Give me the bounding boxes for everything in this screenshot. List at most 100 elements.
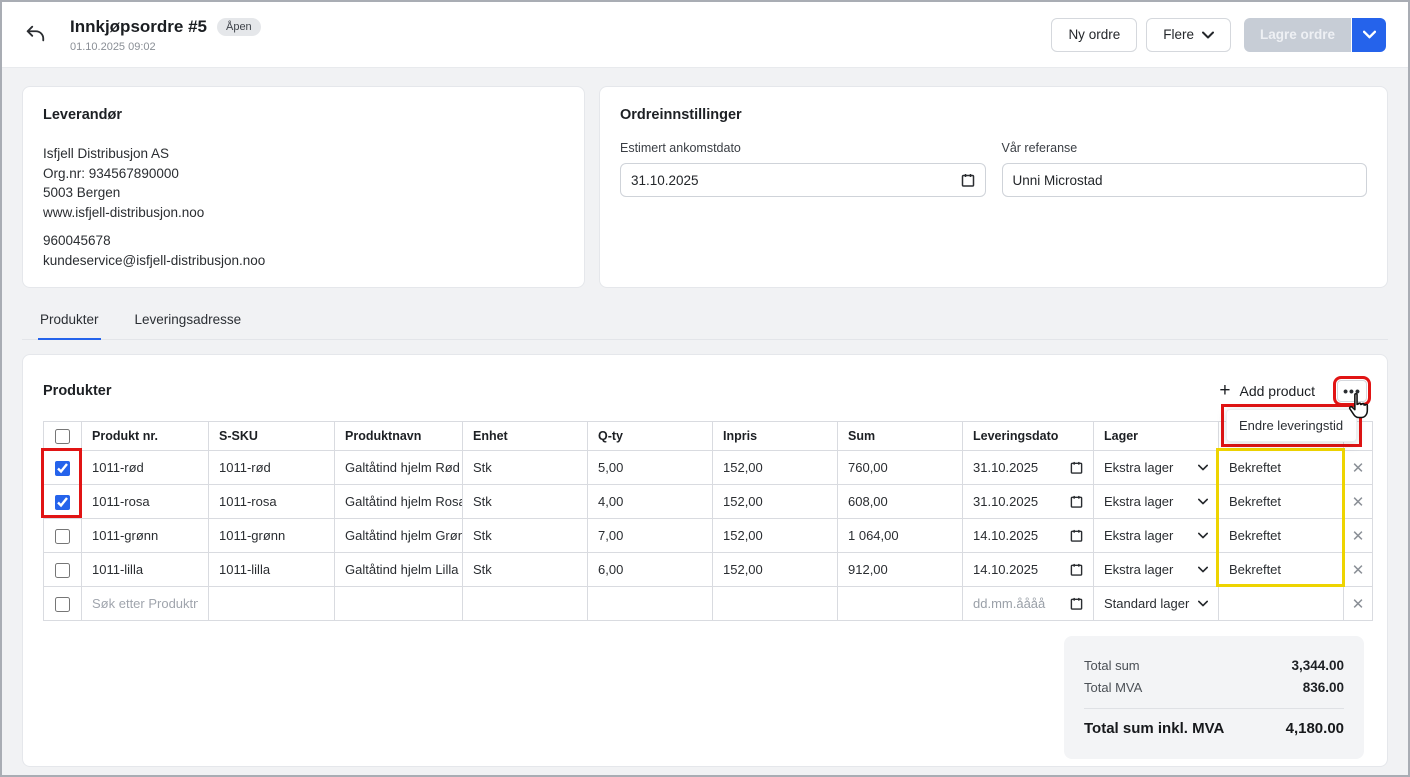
col-header-qty: Q-ty bbox=[588, 422, 713, 451]
supplier-name: Isfjell Distribusjon AS bbox=[43, 144, 564, 164]
row-checkbox[interactable] bbox=[55, 597, 70, 612]
calendar-icon[interactable] bbox=[1070, 495, 1083, 508]
totals-panel: Total sum 3,344.00 Total MVA 836.00 Tota… bbox=[1064, 636, 1364, 759]
lager-select[interactable]: Ekstra lager bbox=[1094, 451, 1219, 485]
row-checkbox[interactable] bbox=[55, 461, 70, 476]
remove-row-button[interactable]: ✕ bbox=[1344, 527, 1372, 545]
our-reference-input[interactable] bbox=[1002, 163, 1368, 197]
date-value: 31.10.2025 bbox=[973, 460, 1038, 475]
cell-status: Bekreftet bbox=[1219, 553, 1344, 587]
cell-qty[interactable]: 6,00 bbox=[588, 553, 713, 587]
back-arrow-icon bbox=[24, 23, 46, 45]
cell-sum: 760,00 bbox=[838, 451, 963, 485]
calendar-icon[interactable] bbox=[1070, 529, 1083, 542]
cell-status: Bekreftet bbox=[1219, 451, 1344, 485]
save-order-dropdown-button[interactable] bbox=[1352, 18, 1386, 52]
lager-select[interactable]: Ekstra lager bbox=[1094, 485, 1219, 519]
cell-inpris[interactable]: 152,00 bbox=[713, 485, 838, 519]
row-checkbox[interactable] bbox=[55, 563, 70, 578]
remove-row-button[interactable]: ✕ bbox=[1344, 493, 1372, 511]
cell-sum: 608,00 bbox=[838, 485, 963, 519]
cell-leveringsdato[interactable]: 14.10.2025 bbox=[963, 553, 1094, 587]
back-button[interactable] bbox=[24, 23, 46, 45]
plus-icon: + bbox=[1219, 384, 1230, 398]
supplier-email: kundeservice@isfjell-distribusjon.noo bbox=[43, 251, 564, 271]
total-incl-mva-label: Total sum inkl. MVA bbox=[1084, 720, 1224, 737]
cell-enhet: Stk bbox=[463, 485, 588, 519]
lager-value: Standard lager bbox=[1104, 596, 1189, 611]
calendar-icon[interactable] bbox=[1070, 563, 1083, 576]
remove-row-button[interactable]: ✕ bbox=[1344, 595, 1372, 613]
annotation-red-box-menu: Endre leveringstid bbox=[1221, 404, 1362, 447]
row-actions-menu: Endre leveringstid bbox=[1226, 409, 1357, 442]
lager-select[interactable]: Standard lager bbox=[1094, 587, 1219, 621]
estimated-arrival-date-input[interactable]: 31.10.2025 bbox=[620, 163, 986, 197]
remove-row-button[interactable]: ✕ bbox=[1344, 459, 1372, 477]
cell-produktnavn: Galtåtind hjelm Rød bbox=[335, 451, 463, 485]
col-header-leveringsdato: Leveringsdato bbox=[963, 422, 1094, 451]
cell-inpris[interactable]: 152,00 bbox=[713, 451, 838, 485]
tab-leveringsadresse[interactable]: Leveringsadresse bbox=[133, 303, 244, 340]
lager-select[interactable]: Ekstra lager bbox=[1094, 519, 1219, 553]
cell-s-sku: 1011-rosa bbox=[209, 485, 335, 519]
our-reference-label: Vår referanse bbox=[1002, 141, 1368, 155]
calendar-icon[interactable] bbox=[1070, 461, 1083, 474]
supplier-card-title: Leverandør bbox=[43, 107, 564, 123]
menu-item-endre-leveringstid[interactable]: Endre leveringstid bbox=[1227, 410, 1356, 441]
supplier-org-nr: Org.nr: 934567890000 bbox=[43, 164, 564, 184]
product-search-input[interactable] bbox=[92, 596, 198, 611]
page-header: Innkjøpsordre #5 Åpen 01.10.2025 09:02 N… bbox=[2, 2, 1408, 68]
cell-qty[interactable]: 4,00 bbox=[588, 485, 713, 519]
estimated-arrival-label: Estimert ankomstdato bbox=[620, 141, 986, 155]
calendar-icon[interactable] bbox=[961, 173, 975, 187]
app-window: Innkjøpsordre #5 Åpen 01.10.2025 09:02 N… bbox=[0, 0, 1410, 777]
row-checkbox[interactable] bbox=[55, 529, 70, 544]
remove-row-button[interactable]: ✕ bbox=[1344, 561, 1372, 579]
cell-enhet: Stk bbox=[463, 519, 588, 553]
supplier-city: 5003 Bergen bbox=[43, 183, 564, 203]
more-actions-label: Flere bbox=[1163, 27, 1194, 42]
tab-bar: Produkter Leveringsadresse bbox=[22, 303, 1388, 340]
table-row: 1011-rosa 1011-rosa Galtåtind hjelm Rosa… bbox=[44, 485, 1373, 519]
lager-select[interactable]: Ekstra lager bbox=[1094, 553, 1219, 587]
cell-enhet: Stk bbox=[463, 553, 588, 587]
new-order-button[interactable]: Ny ordre bbox=[1051, 18, 1137, 52]
cell-leveringsdato[interactable]: 31.10.2025 bbox=[963, 485, 1094, 519]
cell-sum: 1 064,00 bbox=[838, 519, 963, 553]
add-product-button[interactable]: + Add product bbox=[1219, 383, 1315, 399]
save-order-button[interactable]: Lagre ordre bbox=[1244, 18, 1351, 52]
total-mva-label: Total MVA bbox=[1084, 680, 1142, 695]
more-actions-button[interactable]: Flere bbox=[1146, 18, 1231, 52]
cell-s-sku: 1011-grønn bbox=[209, 519, 335, 553]
chevron-down-icon bbox=[1363, 30, 1376, 39]
chevron-down-icon bbox=[1198, 566, 1208, 573]
col-header-inpris: Inpris bbox=[713, 422, 838, 451]
select-all-checkbox[interactable] bbox=[55, 429, 70, 444]
cell-inpris[interactable]: 152,00 bbox=[713, 519, 838, 553]
lager-value: Ekstra lager bbox=[1104, 562, 1173, 577]
cell-leveringsdato[interactable]: 14.10.2025 bbox=[963, 519, 1094, 553]
cell-s-sku: 1011-rød bbox=[209, 451, 335, 485]
row-checkbox[interactable] bbox=[55, 495, 70, 510]
status-badge: Åpen bbox=[217, 18, 261, 36]
col-header-s-sku: S-SKU bbox=[209, 422, 335, 451]
products-section-title: Produkter bbox=[43, 383, 112, 399]
cell-qty[interactable]: 7,00 bbox=[588, 519, 713, 553]
supplier-website: www.isfjell-distribusjon.noo bbox=[43, 203, 564, 223]
calendar-icon[interactable] bbox=[1070, 597, 1083, 610]
col-header-produktnavn: Produktnavn bbox=[335, 422, 463, 451]
new-product-row: dd.mm.åååå Standard lager ✕ bbox=[44, 587, 1373, 621]
cell-leveringsdato[interactable]: dd.mm.åååå bbox=[963, 587, 1094, 621]
row-actions-menu-button[interactable]: ••• bbox=[1337, 380, 1367, 402]
total-sum-label: Total sum bbox=[1084, 658, 1140, 673]
table-row: 1011-lilla 1011-lilla Galtåtind hjelm Li… bbox=[44, 553, 1373, 587]
tab-produkter[interactable]: Produkter bbox=[38, 303, 101, 340]
order-settings-card: Ordreinnstillinger Estimert ankomstdato … bbox=[599, 86, 1388, 288]
chevron-down-icon bbox=[1198, 600, 1208, 607]
cell-inpris[interactable]: 152,00 bbox=[713, 553, 838, 587]
cell-produkt-nr: 1011-rød bbox=[82, 451, 209, 485]
cell-qty[interactable]: 5,00 bbox=[588, 451, 713, 485]
total-sum-value: 3,344.00 bbox=[1291, 658, 1344, 673]
cell-leveringsdato[interactable]: 31.10.2025 bbox=[963, 451, 1094, 485]
cell-produkt-nr: 1011-grønn bbox=[82, 519, 209, 553]
